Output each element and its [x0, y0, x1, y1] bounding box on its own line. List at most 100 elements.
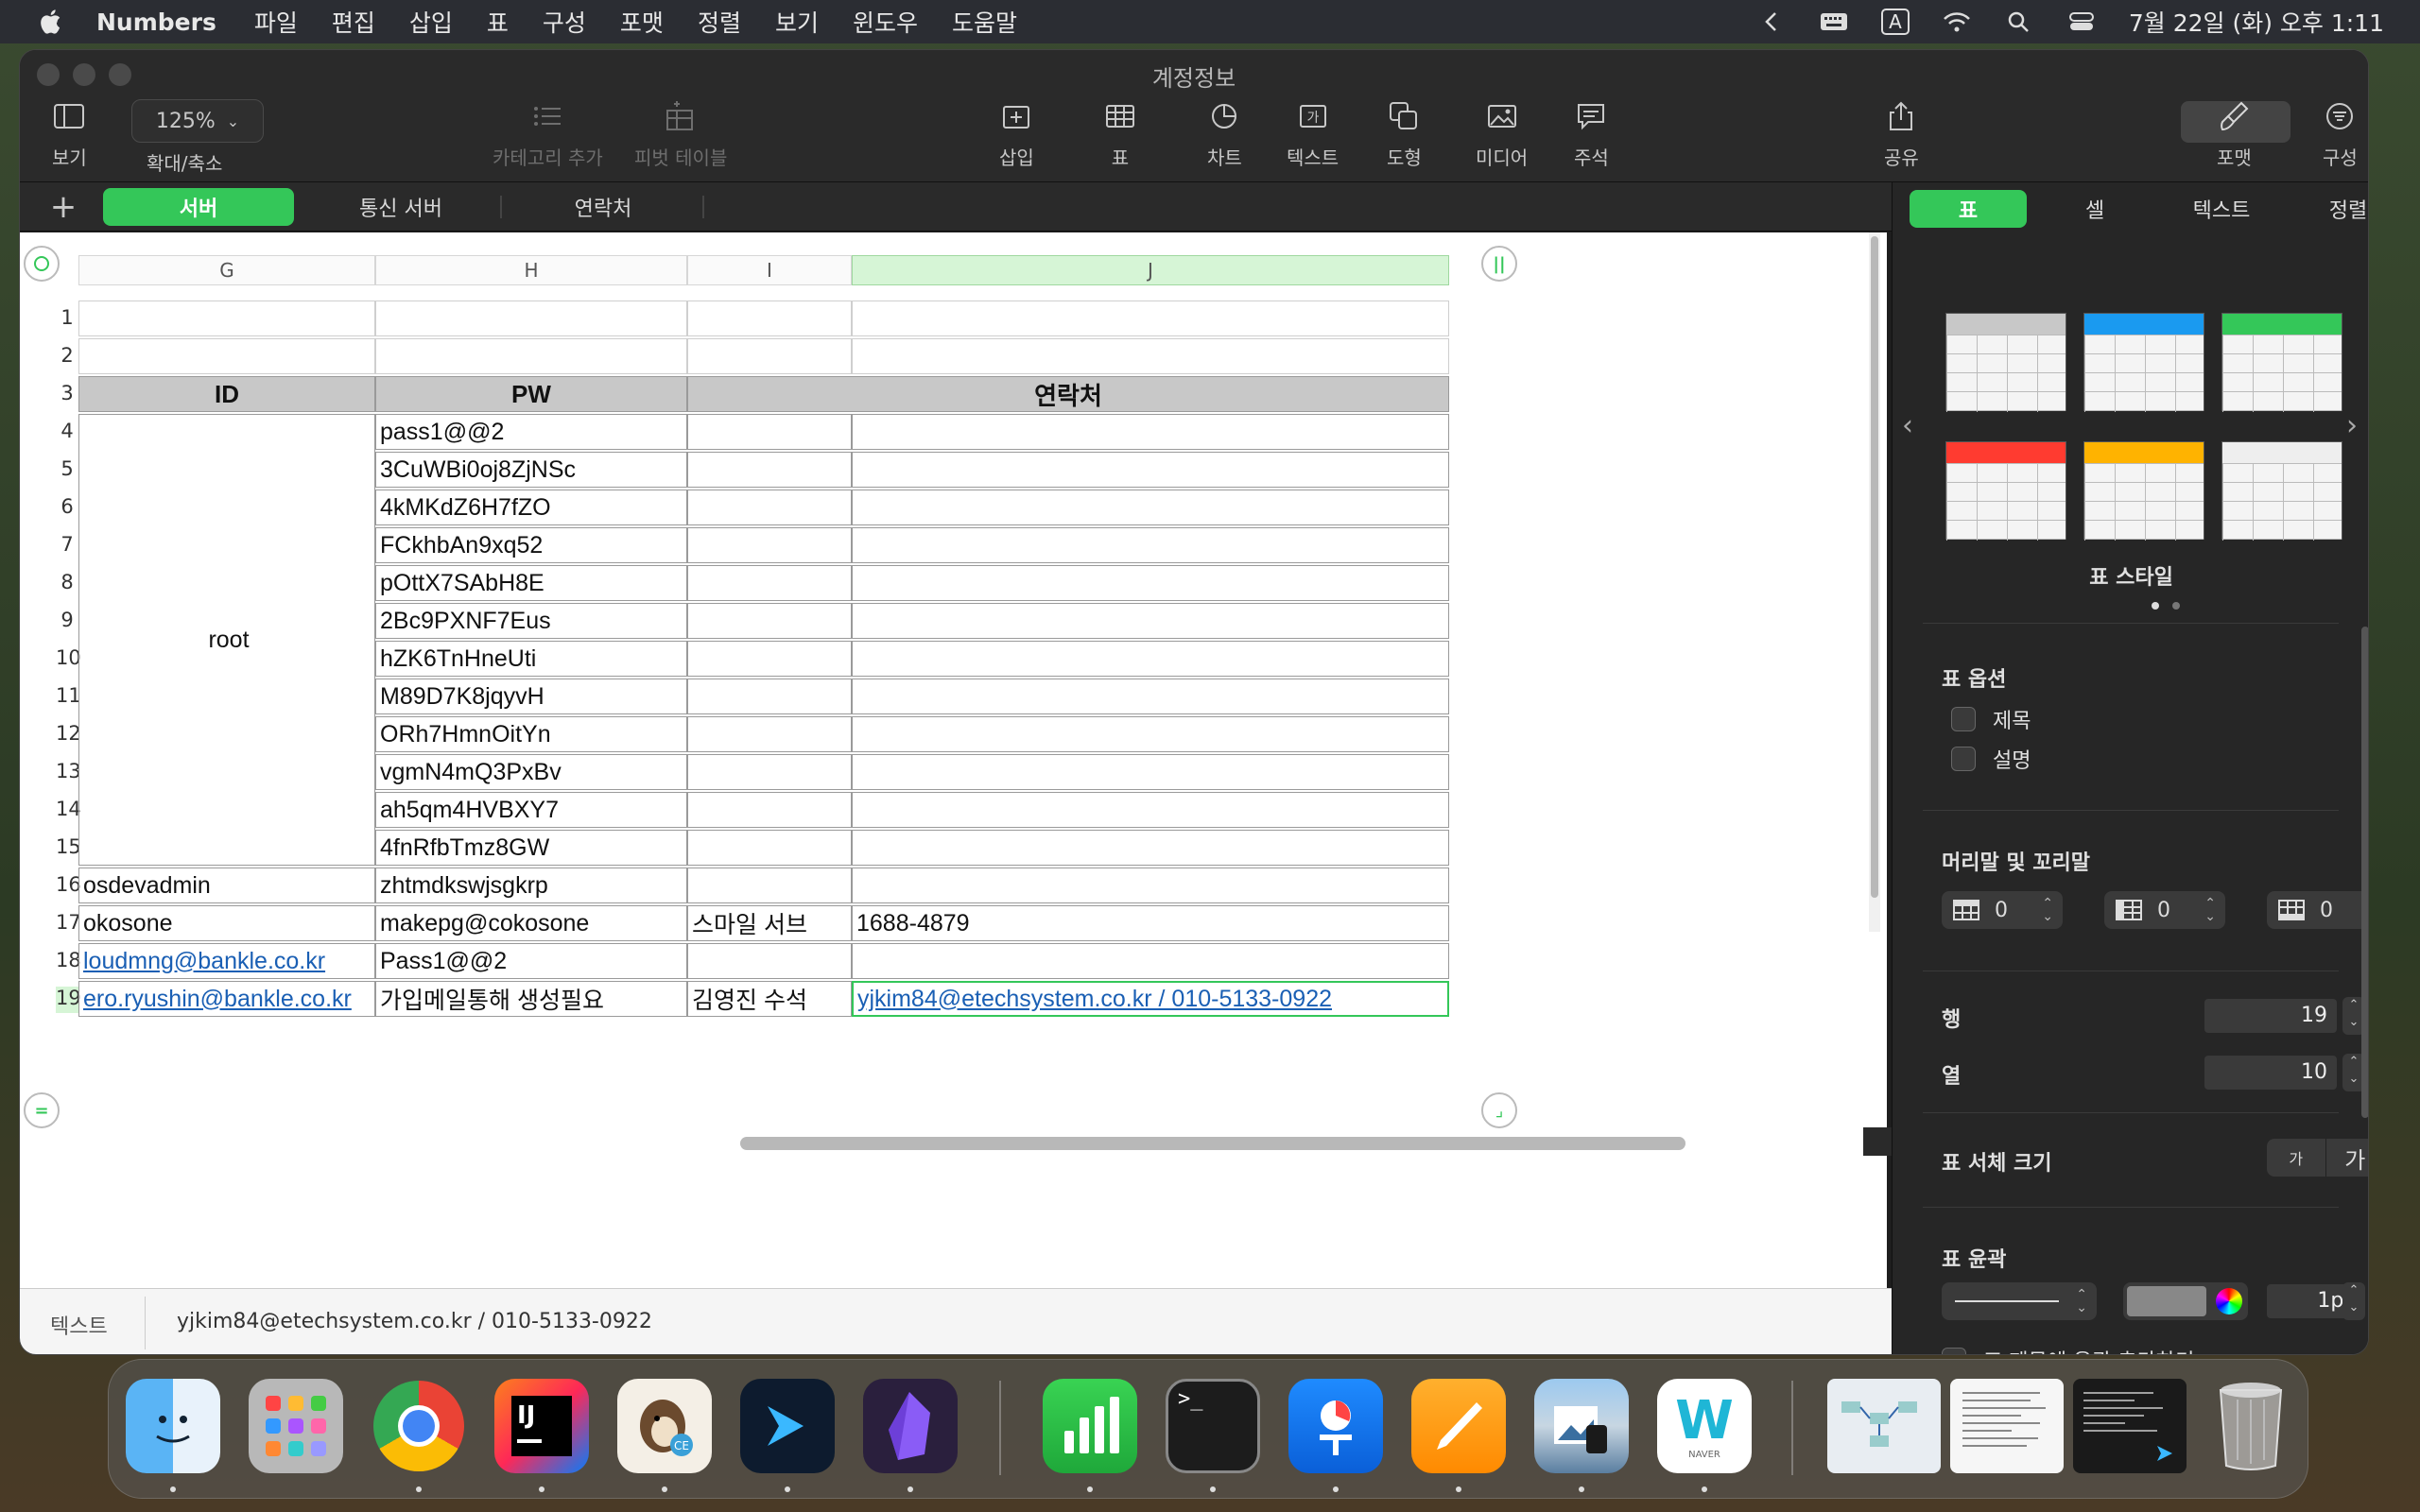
- organize-button[interactable]: 구성: [2323, 99, 2358, 170]
- vertical-scrollbar[interactable]: [1869, 232, 1880, 932]
- view-button[interactable]: 보기: [52, 99, 87, 170]
- terminal-icon[interactable]: >_: [1166, 1379, 1260, 1473]
- title-checkbox[interactable]: [1951, 707, 1976, 731]
- password-cell[interactable]: 2Bc9PXNF7Eus: [375, 603, 687, 639]
- password-cell[interactable]: Pass1@@2: [375, 943, 687, 979]
- menu-view[interactable]: 보기: [775, 5, 819, 39]
- recent-document-thumbnail[interactable]: [1950, 1379, 2064, 1473]
- pw-column-header[interactable]: PW: [375, 376, 687, 412]
- row-number[interactable]: 7: [56, 533, 78, 559]
- inspector-tab-cell[interactable]: 셀: [2036, 190, 2153, 228]
- row-number[interactable]: 10: [56, 646, 81, 673]
- id-cell[interactable]: ero.ryushin@bankle.co.kr: [78, 981, 375, 1017]
- row-number[interactable]: 18: [56, 949, 81, 975]
- table-cell[interactable]: [687, 490, 852, 525]
- password-cell[interactable]: 3CuWBi0oj8ZjNSc: [375, 452, 687, 488]
- column-header-i[interactable]: I: [687, 255, 852, 285]
- app-menu-numbers[interactable]: Numbers: [96, 9, 216, 36]
- title-option[interactable]: 제목: [1951, 704, 2031, 734]
- table-cell[interactable]: [852, 792, 1449, 828]
- outline-width-stepper[interactable]: ⌃ ⌄: [2342, 1282, 2365, 1320]
- table-cell[interactable]: [375, 301, 687, 336]
- keynote-icon[interactable]: [1288, 1379, 1383, 1473]
- table-cell[interactable]: [687, 792, 852, 828]
- password-cell[interactable]: makepg@cokosone: [375, 905, 687, 941]
- page-dot[interactable]: [2172, 602, 2180, 610]
- row-number[interactable]: 4: [56, 420, 78, 446]
- table-button[interactable]: 표: [1103, 99, 1137, 170]
- row-number[interactable]: 6: [56, 495, 78, 522]
- contact-cell[interactable]: [852, 868, 1449, 903]
- table-style-swatch[interactable]: [2221, 441, 2342, 541]
- inspector-scrollbar[interactable]: [2361, 627, 2368, 1118]
- inspector-tab-arrange[interactable]: 정렬: [2290, 190, 2368, 228]
- chevron-left-icon[interactable]: [1756, 9, 1787, 34]
- table-cell[interactable]: [687, 565, 852, 601]
- table-select-handle[interactable]: [24, 246, 60, 282]
- rows-input[interactable]: 19: [2204, 999, 2337, 1033]
- outline-color-well[interactable]: [2123, 1282, 2248, 1320]
- table-cell[interactable]: [852, 452, 1449, 488]
- add-row-handle[interactable]: =: [24, 1092, 60, 1128]
- outline-title-option[interactable]: 표 제목에 윤곽 추가하기: [1942, 1345, 2194, 1354]
- menu-organize[interactable]: 구성: [543, 5, 586, 39]
- row-number[interactable]: 16: [56, 873, 81, 900]
- cell-type-label[interactable]: 텍스트: [50, 1310, 108, 1340]
- password-cell[interactable]: 4fnRfbTmz8GW: [375, 830, 687, 866]
- row-number[interactable]: 3: [56, 382, 78, 408]
- table-cell[interactable]: 스마일 서브: [687, 905, 852, 941]
- recent-terminal-thumbnail[interactable]: [2073, 1379, 2187, 1473]
- password-cell[interactable]: pass1@@2: [375, 414, 687, 450]
- row-number[interactable]: 9: [56, 609, 78, 635]
- table-cell[interactable]: [687, 414, 852, 450]
- table-cell[interactable]: [852, 716, 1449, 752]
- table-cell[interactable]: [687, 868, 852, 903]
- menu-window[interactable]: 윈도우: [853, 5, 918, 39]
- sheet-tab-contacts[interactable]: 연락처: [508, 188, 704, 226]
- table-cell[interactable]: [852, 565, 1449, 601]
- row-number[interactable]: 14: [56, 798, 81, 824]
- password-cell[interactable]: 가입메일통해 생성필요: [375, 981, 687, 1017]
- menu-format[interactable]: 포맷: [620, 5, 664, 39]
- media-button[interactable]: 미디어: [1476, 99, 1528, 170]
- keyboard-icon[interactable]: [1819, 9, 1849, 34]
- table-cell[interactable]: [852, 414, 1449, 450]
- contact-cell[interactable]: [852, 943, 1449, 979]
- add-category-button[interactable]: 카테고리 추가: [493, 99, 603, 170]
- row-number[interactable]: 19: [56, 987, 81, 1013]
- horizontal-scrollbar[interactable]: [740, 1137, 1685, 1150]
- chevron-left-icon[interactable]: ‹: [1902, 409, 1913, 442]
- header-rows-stepper[interactable]: 0 ⌃ ⌄: [1942, 891, 2063, 929]
- intellij-icon[interactable]: IJ: [494, 1379, 589, 1473]
- pivot-table-button[interactable]: 피벗 테이블: [634, 99, 727, 170]
- caption-option[interactable]: 설명: [1951, 744, 2031, 774]
- menu-arrange[interactable]: 정렬: [698, 5, 741, 39]
- menu-table[interactable]: 표: [487, 5, 509, 39]
- password-cell[interactable]: vgmN4mQ3PxBv: [375, 754, 687, 790]
- obsidian-icon[interactable]: [863, 1379, 958, 1473]
- table-cell[interactable]: [687, 641, 852, 677]
- row-number[interactable]: 11: [56, 684, 81, 711]
- caption-checkbox[interactable]: [1951, 747, 1976, 771]
- outline-style-select[interactable]: ⌃ ⌄: [1942, 1282, 2097, 1320]
- password-cell[interactable]: ORh7HmnOitYn: [375, 716, 687, 752]
- row-number[interactable]: 12: [56, 722, 81, 748]
- spotlight-search-icon[interactable]: [2004, 9, 2034, 34]
- footer-rows-stepper[interactable]: 0 ⌃⌄: [2267, 891, 2368, 929]
- comment-button[interactable]: 주석: [1574, 99, 1609, 170]
- selected-contact-cell[interactable]: yjkim84@etechsystem.co.kr / 010-5133-092…: [852, 981, 1449, 1017]
- trash-icon[interactable]: [2204, 1379, 2298, 1473]
- insert-button[interactable]: 삽입: [999, 99, 1034, 170]
- table-style-swatch[interactable]: [2083, 313, 2204, 412]
- id-cell[interactable]: okosone: [78, 905, 375, 941]
- table-cell[interactable]: [687, 603, 852, 639]
- table-cell[interactable]: [687, 830, 852, 866]
- table-cell[interactable]: [852, 603, 1449, 639]
- id-cell[interactable]: loudmng@bankle.co.kr: [78, 943, 375, 979]
- format-button[interactable]: 포맷: [2217, 99, 2252, 170]
- row-number[interactable]: 13: [56, 760, 81, 786]
- password-cell[interactable]: ah5qm4HVBXY7: [375, 792, 687, 828]
- increase-font-button[interactable]: 가: [2326, 1139, 2369, 1177]
- table-cell[interactable]: [78, 301, 375, 336]
- chrome-icon[interactable]: [372, 1379, 466, 1473]
